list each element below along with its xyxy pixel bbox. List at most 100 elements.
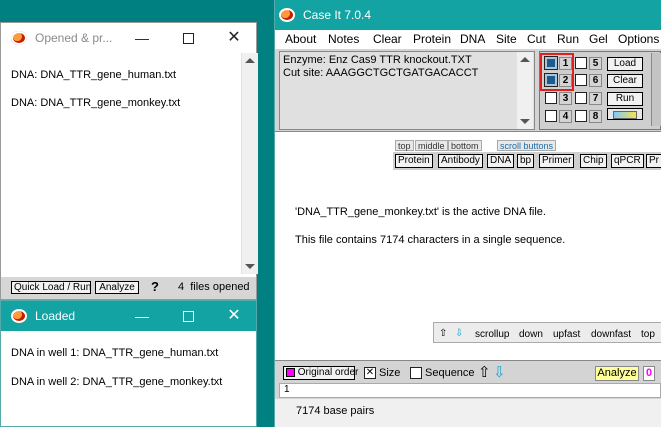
quick-load-run-button[interactable]: Quick Load / Run [11, 281, 91, 294]
scroll-buttons-label: scroll buttons [497, 140, 557, 151]
nav-scrollup[interactable]: scrollup [475, 329, 509, 340]
well-4-checkbox[interactable] [545, 110, 557, 122]
scroll-up-arrow-icon[interactable] [520, 57, 530, 62]
nav-up-arrow-icon[interactable]: ⇧ [439, 328, 447, 339]
primer-button[interactable]: Primer [539, 154, 575, 168]
sequence-up-arrow-icon[interactable]: ⇧ [478, 363, 491, 381]
well-5-checkbox[interactable] [575, 57, 587, 69]
analyze-highlight-button[interactable]: Analyze [595, 366, 639, 381]
close-button[interactable]: ✕ [211, 301, 257, 331]
active-file-message: 'DNA_TTR_gene_monkey.txt' is the active … [295, 206, 546, 218]
status-bar: 7174 base pairs [275, 399, 661, 427]
files-opened-status: 4 files opened [178, 281, 250, 293]
analyze-button[interactable]: Analyze [95, 281, 139, 294]
scroll-up-arrow-icon[interactable] [245, 58, 255, 63]
tab-top[interactable]: top [395, 140, 414, 151]
gel-load-button[interactable]: Load [607, 57, 643, 71]
menu-protein[interactable]: Protein [413, 32, 451, 46]
well-7-label: 7 [589, 92, 602, 105]
loaded-well-item: DNA in well 2: DNA_TTR_gene_monkey.txt [11, 376, 223, 388]
well-2-checkbox[interactable] [544, 73, 558, 87]
opened-file-item[interactable]: DNA: DNA_TTR_gene_monkey.txt [11, 97, 180, 109]
well-6-label: 6 [589, 74, 602, 87]
panel-edge [651, 53, 661, 126]
gel-clear-button[interactable]: Clear [607, 74, 643, 88]
tab-bottom[interactable]: bottom [448, 140, 482, 151]
nav-downfast[interactable]: downfast [591, 329, 631, 340]
menu-site[interactable]: Site [496, 32, 517, 46]
caseit-app-icon [11, 31, 27, 45]
well-1-checkbox[interactable] [544, 56, 558, 70]
bp-button[interactable]: bp [517, 154, 535, 168]
size-label: Size [379, 367, 401, 379]
loaded-window: Loaded — ✕ DNA in well 1: DNA_TTR_gene_h… [0, 300, 257, 427]
well-1-label: 1 [559, 57, 572, 70]
menu-clear[interactable]: Clear [373, 32, 402, 46]
dna-button[interactable]: DNA [487, 154, 515, 168]
loaded-well-item: DNA in well 1: DNA_TTR_gene_human.txt [11, 347, 219, 359]
sequence-label: Sequence [425, 367, 475, 379]
scroll-down-arrow-icon[interactable] [520, 119, 530, 124]
well-3-checkbox[interactable] [545, 92, 557, 104]
caseit-app-icon [279, 8, 295, 22]
well-5-label: 5 [589, 57, 602, 70]
sequence-down-arrow-icon[interactable]: ⇩ [493, 363, 506, 381]
protein-button[interactable]: Protein [395, 154, 433, 168]
well-8-label: 8 [589, 110, 602, 123]
original-order-label: Original order [297, 367, 359, 378]
main-titlebar[interactable]: Case It 7.0.4 [275, 0, 661, 30]
gel-color-button[interactable] [607, 108, 643, 120]
size-checkbox[interactable]: ✕ [364, 367, 376, 379]
menu-options[interactable]: Options [618, 32, 659, 46]
main-title: Case It 7.0.4 [303, 8, 372, 22]
opened-files-title: Opened & pr... [35, 31, 113, 45]
maximize-button[interactable] [165, 23, 211, 53]
well-4-label: 4 [559, 110, 572, 123]
well-6-checkbox[interactable] [575, 74, 587, 86]
enzyme-info-box: Enzyme: Enz Cas9 TTR knockout.TXT Cut si… [279, 51, 535, 130]
chip-button[interactable]: Chip [580, 154, 607, 168]
help-button[interactable]: ? [151, 279, 159, 294]
maximize-icon [182, 32, 194, 44]
minimize-button[interactable]: — [119, 301, 165, 331]
tab-middle[interactable]: middle [415, 140, 448, 151]
sequence-info-message: This file contains 7174 characters in a … [295, 234, 566, 246]
zero-indicator: 0 [643, 366, 655, 381]
minimize-button[interactable]: — [119, 23, 165, 53]
base-pairs-count: 7174 base pairs [296, 405, 375, 417]
gel-run-button[interactable]: Run [607, 92, 643, 106]
enzyme-scrollbar[interactable] [516, 52, 533, 129]
maximize-button[interactable] [165, 301, 211, 331]
nav-top[interactable]: top [641, 329, 655, 340]
opened-files-scrollbar[interactable] [241, 53, 258, 274]
nav-upfast[interactable]: upfast [553, 329, 580, 340]
opened-file-item[interactable]: DNA: DNA_TTR_gene_human.txt [11, 69, 176, 81]
sequence-checkbox[interactable] [410, 367, 422, 379]
original-order-button[interactable]: Original order [283, 366, 358, 380]
opened-files-window: Opened & pr... — ✕ DNA: DNA_TTR_gene_hum… [0, 22, 258, 300]
maximize-icon [182, 310, 194, 322]
enzyme-name: Enzyme: Enz Cas9 TTR knockout.TXT [283, 54, 472, 66]
gel-color-swatch-icon [613, 111, 637, 119]
qpcr-button[interactable]: qPCR [611, 154, 644, 168]
scroll-down-arrow-icon[interactable] [245, 264, 255, 269]
well-7-checkbox[interactable] [575, 92, 587, 104]
well-3-label: 3 [559, 92, 572, 105]
pr-button[interactable]: Pr [646, 154, 661, 168]
well-8-checkbox[interactable] [575, 110, 587, 122]
close-button[interactable]: ✕ [211, 23, 257, 53]
menu-gel[interactable]: Gel [589, 32, 608, 46]
menu-cut[interactable]: Cut [527, 32, 546, 46]
position-field[interactable]: 1 [279, 383, 661, 398]
cut-site: Cut site: AAAGGCTGCTGATGACACCT [283, 67, 479, 79]
loaded-title: Loaded [35, 309, 76, 323]
menu-about[interactable]: About [285, 32, 316, 46]
menu-run[interactable]: Run [557, 32, 579, 46]
antibody-button[interactable]: Antibody [438, 154, 483, 168]
caseit-app-icon [11, 309, 27, 323]
nav-down-arrow-icon[interactable]: ⇩ [455, 328, 463, 339]
menu-dna[interactable]: DNA [460, 32, 485, 46]
menu-notes[interactable]: Notes [328, 32, 359, 46]
original-order-swatch-icon [286, 367, 295, 377]
nav-down[interactable]: down [519, 329, 543, 340]
